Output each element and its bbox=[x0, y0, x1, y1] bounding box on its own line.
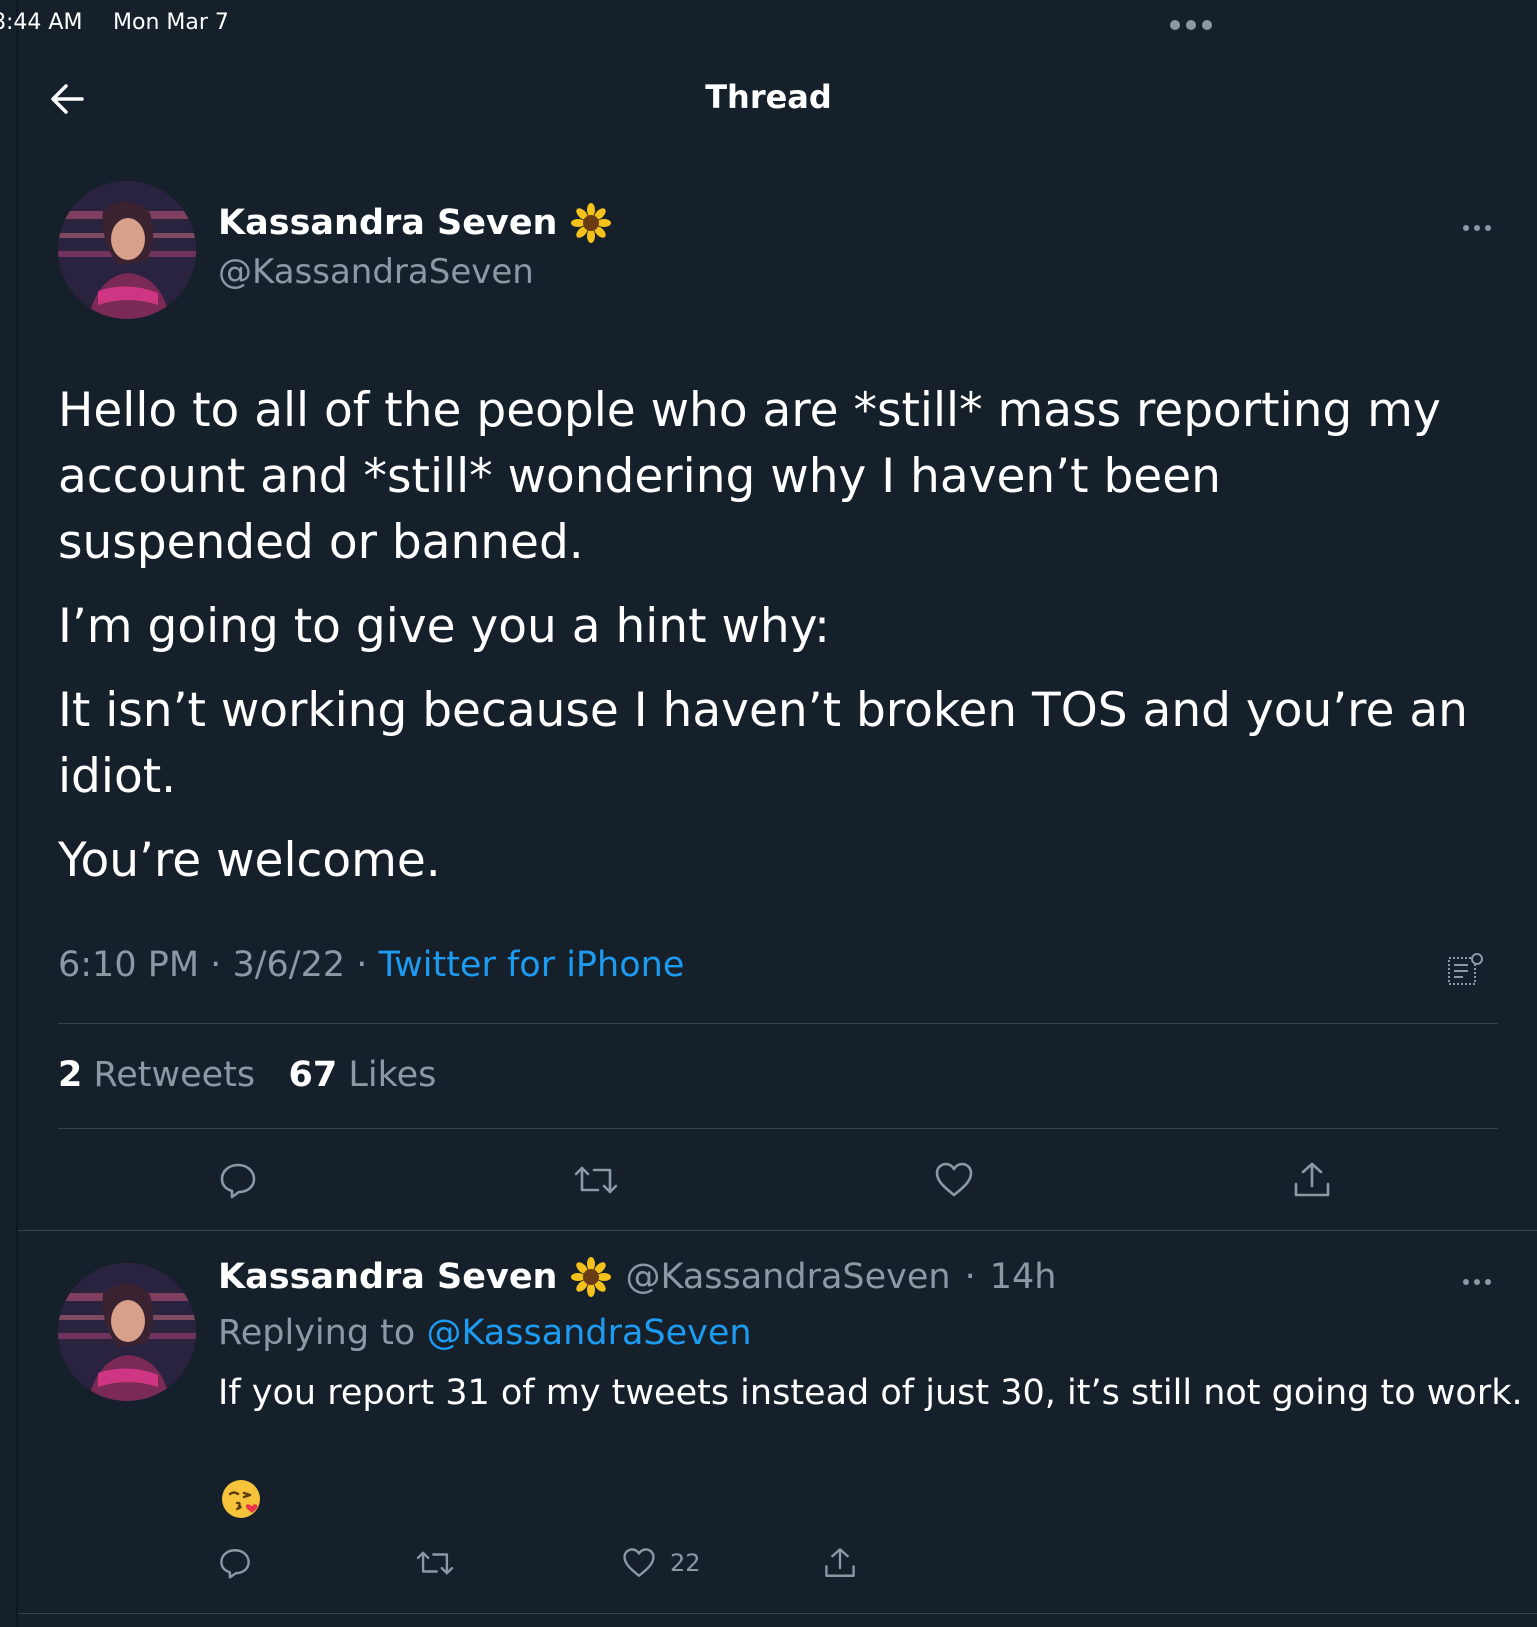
retweet-count[interactable]: 2 bbox=[58, 1055, 82, 1095]
status-date: Mon Mar 7 bbox=[113, 10, 229, 35]
share-icon bbox=[825, 1548, 855, 1577]
left-edge-rule bbox=[16, 0, 18, 1627]
tweet-date: 3/6/22 bbox=[232, 945, 346, 985]
share-button[interactable] bbox=[1292, 1160, 1332, 1200]
reply-like-button[interactable]: 22 bbox=[622, 1546, 701, 1580]
reply-more-options-icon[interactable] bbox=[1463, 1277, 1497, 1287]
meta-separator: · bbox=[964, 1257, 976, 1297]
meta-separator: · bbox=[356, 945, 368, 985]
replying-to-mention[interactable]: @KassandraSeven bbox=[426, 1313, 751, 1353]
meta-separator: · bbox=[210, 945, 222, 985]
author-name-row[interactable]: Kassandra Seven bbox=[218, 203, 612, 243]
analytics-icon[interactable] bbox=[1446, 952, 1484, 988]
tweet-source-link[interactable]: Twitter for iPhone bbox=[379, 945, 685, 985]
divider bbox=[58, 1128, 1498, 1129]
reply-button[interactable] bbox=[218, 1160, 258, 1200]
tweet-paragraph: You’re welcome. bbox=[58, 833, 441, 888]
divider bbox=[18, 1230, 1537, 1231]
like-button[interactable] bbox=[934, 1160, 974, 1200]
author-handle[interactable]: @KassandraSeven bbox=[218, 252, 534, 292]
replying-to: Replying to @KassandraSeven bbox=[218, 1313, 752, 1353]
retweet-icon bbox=[574, 1166, 618, 1194]
reply-author-avatar[interactable] bbox=[58, 1263, 196, 1401]
reply-reply-button[interactable] bbox=[218, 1546, 252, 1580]
reply-like-count: 22 bbox=[670, 1549, 701, 1577]
likes-label[interactable]: Likes bbox=[348, 1055, 436, 1095]
sunflower-icon bbox=[571, 203, 612, 243]
reply-header: Kassandra Seven @KassandraSeven · 14h bbox=[218, 1257, 1056, 1297]
reply-share-button[interactable] bbox=[823, 1546, 857, 1580]
like-count[interactable]: 67 bbox=[289, 1055, 338, 1095]
author-avatar[interactable] bbox=[58, 181, 196, 319]
kissing-face-with-heart-emoji bbox=[222, 1480, 260, 1518]
divider bbox=[58, 1023, 1498, 1024]
retweet-icon bbox=[416, 1551, 454, 1575]
tweet-text: Hello to all of the people who are *stil… bbox=[58, 378, 1478, 912]
heart-icon bbox=[623, 1548, 655, 1577]
divider bbox=[18, 1613, 1537, 1614]
sunflower-icon bbox=[571, 1257, 612, 1297]
share-icon bbox=[1294, 1162, 1330, 1197]
more-options-icon[interactable] bbox=[1463, 223, 1497, 233]
status-time: 8:44 AM bbox=[0, 10, 83, 35]
author-name[interactable]: Kassandra Seven bbox=[218, 203, 557, 243]
reply-author-name[interactable]: Kassandra Seven bbox=[218, 1257, 557, 1297]
retweet-button[interactable] bbox=[574, 1160, 618, 1200]
tweet-time: 6:10 PM bbox=[58, 945, 200, 985]
reply-text: If you report 31 of my tweets instead of… bbox=[218, 1373, 1523, 1413]
multitasking-dots-icon[interactable] bbox=[1170, 20, 1212, 30]
tweet-paragraph: I’m going to give you a hint why: bbox=[58, 599, 830, 654]
engagement-stats: 2 Retweets 67 Likes bbox=[58, 1055, 436, 1095]
reply-icon bbox=[220, 1163, 256, 1199]
reply-retweet-button[interactable] bbox=[416, 1546, 454, 1580]
page-title: Thread bbox=[705, 78, 832, 116]
tweet-meta: 6:10 PM · 3/6/22 · Twitter for iPhone bbox=[58, 945, 684, 985]
reply-author-handle[interactable]: @KassandraSeven bbox=[625, 1257, 950, 1297]
heart-icon bbox=[935, 1162, 973, 1197]
reply-time[interactable]: 14h bbox=[990, 1257, 1057, 1297]
replying-to-label: Replying to bbox=[218, 1313, 416, 1353]
reply-icon bbox=[220, 1549, 250, 1579]
retweets-label[interactable]: Retweets bbox=[94, 1055, 256, 1095]
status-bar: 8:44 AM Mon Mar 7 bbox=[0, 8, 1537, 42]
tweet-paragraph: It isn’t working because I haven’t broke… bbox=[58, 683, 1468, 804]
tweet-paragraph: Hello to all of the people who are *stil… bbox=[58, 383, 1441, 570]
